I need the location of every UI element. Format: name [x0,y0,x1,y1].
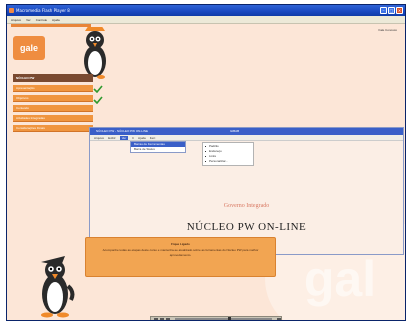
play-icon[interactable] [154,317,158,320]
flash-content: gale Fale Conosco NÚCLEO PW Apresentação… [7,24,405,320]
browser-menu-help[interactable]: Ajuda [138,136,146,140]
toolbars-submenu: Padrão Endereço Links Personalizar... [202,142,254,166]
course-logo: gale [13,36,45,60]
menu-control[interactable]: Controle [36,18,47,22]
sidebar-item-atividades[interactable]: Atividades Integradas [13,115,93,122]
menu-item-statusbar[interactable]: Barra de Status [131,147,185,152]
minimize-icon[interactable]: – [380,7,387,14]
browser-menu-ver[interactable]: Ver [119,135,129,140]
sidebar-item-objetivos[interactable]: Objetivos [13,95,93,102]
submenu-item-customize[interactable]: Personalizar... [203,159,253,164]
sidebar-menu: NÚCLEO PW Apresentação Objetivos Conteúd… [13,74,93,135]
tip-text: Acompanhe todas as etapas deste curso e … [102,248,259,257]
sidebar-item-consideracoes[interactable]: Considerações Finais [13,125,93,132]
close-icon[interactable]: × [396,7,403,14]
volume-icon[interactable] [277,317,281,320]
window-menubar: Arquivo Ver Controle Ajuda [7,16,405,24]
menu-file[interactable]: Arquivo [11,18,21,22]
browser-title: NÚCLEO PW - NÚCLEO PW ON-LINE [96,129,149,133]
window-title: Macromedia Flash Player 8 [16,8,70,13]
browser-menu-file[interactable]: Arquivo [94,136,104,140]
browser-window: NÚCLEO PW - NÚCLEO PW ON-LINE GIBAB Arqu… [89,127,404,255]
window-titlebar[interactable]: Macromedia Flash Player 8 – □ × [7,5,405,16]
stop-icon[interactable] [166,317,170,320]
view-dropdown-menu: Barras de Ferramentas Barra de Status [130,141,186,153]
menu-help[interactable]: Ajuda [52,18,60,22]
sidebar-title: NÚCLEO PW [13,74,93,82]
penguin-mascot-bottom [41,256,75,318]
browser-menu-tools[interactable]: Ferr. [150,136,156,140]
page-heading: Governo Integrado [223,203,270,209]
playback-thumb[interactable] [228,317,232,320]
check-icon [93,96,103,104]
menu-view[interactable]: Ver [26,18,31,22]
tip-box: Fique Ligado Acompanhe todas as etapas d… [85,237,276,277]
check-icon [93,85,103,93]
browser-menu-go[interactable]: Ir [132,136,134,140]
browser-titlebar[interactable]: NÚCLEO PW - NÚCLEO PW ON-LINE GIBAB [90,128,403,135]
sidebar-item-conteudo[interactable]: Conteúdo [13,105,93,112]
pause-icon[interactable] [160,317,164,320]
flash-app-icon [9,8,14,13]
playback-track[interactable] [175,317,272,320]
page-main-title: NÚCLEO PW ON-LINE [186,221,307,233]
maximize-icon[interactable]: □ [388,7,395,14]
main-window: Macromedia Flash Player 8 – □ × Arquivo … [6,4,406,321]
sidebar-item-apresentacao[interactable]: Apresentação [13,85,93,92]
browser-title-mid: GIBAB [230,129,240,133]
contact-link[interactable]: Fale Conosco [378,28,397,32]
browser-menu-view[interactable]: Exibir [108,136,116,140]
penguin-mascot-top [84,27,106,79]
playback-bar [150,316,282,320]
